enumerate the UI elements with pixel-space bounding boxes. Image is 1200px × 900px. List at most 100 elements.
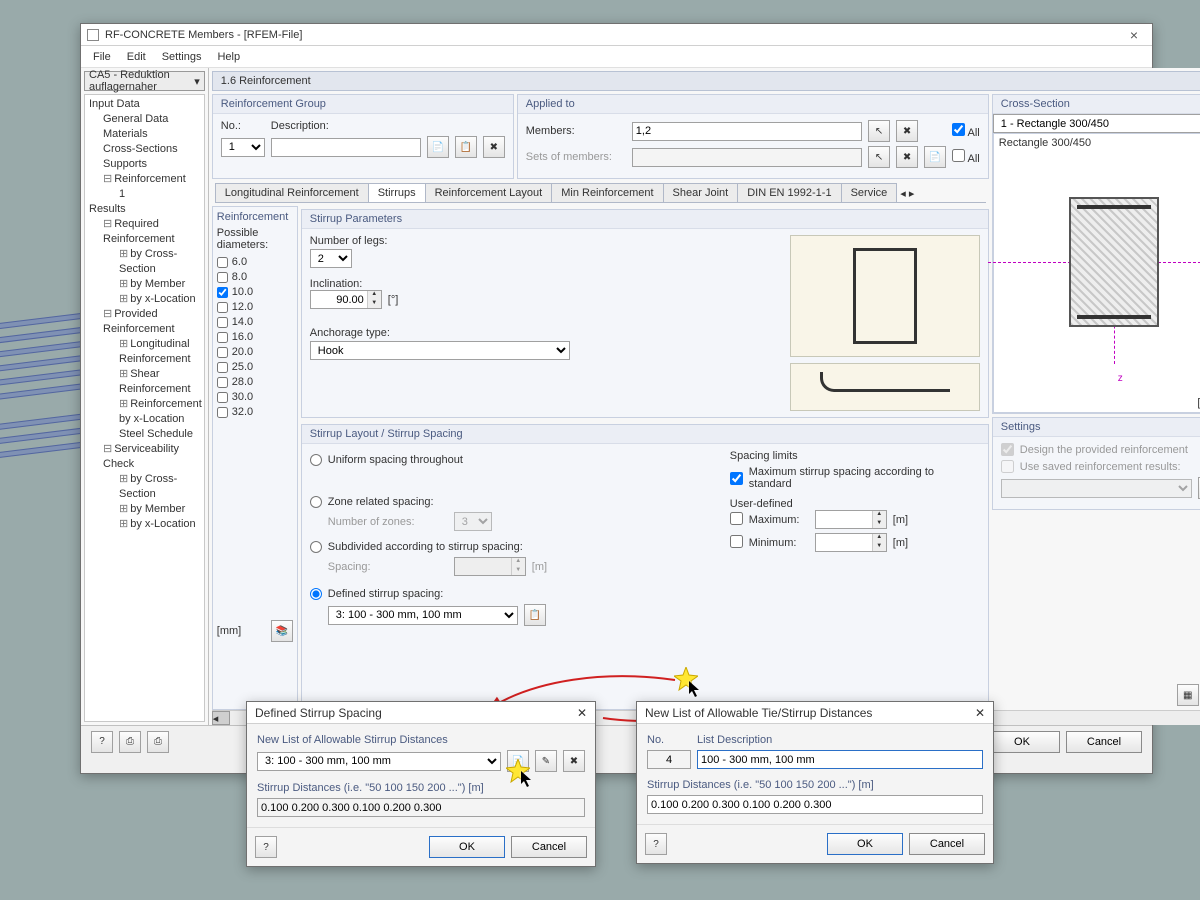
tree-required-reinf[interactable]: ⊟Required Reinforcement xyxy=(87,217,202,247)
new-set-icon[interactable]: 📄 xyxy=(924,146,946,168)
dlg1-cancel-button[interactable]: Cancel xyxy=(511,836,587,858)
close-icon[interactable]: × xyxy=(1122,27,1146,43)
loadcase-combo[interactable]: CA5 - Reduktion auflagernaher▾ xyxy=(84,71,205,91)
diameter-check-6.0[interactable]: 6.0 xyxy=(217,255,293,270)
dlg2-desc-input[interactable] xyxy=(697,750,983,769)
dlg2-help-icon[interactable]: ? xyxy=(645,833,667,855)
legs-select[interactable]: 2 xyxy=(310,249,352,268)
all-sets-check[interactable]: All xyxy=(952,149,980,165)
max-spinner[interactable]: ▲▼ xyxy=(815,510,887,529)
menu-settings[interactable]: Settings xyxy=(154,49,210,65)
dlg1-delete-icon[interactable]: ✖ xyxy=(563,750,585,772)
help-icon[interactable]: ? xyxy=(91,731,113,753)
dlg2-close-icon[interactable]: ✕ xyxy=(975,706,985,720)
dlg2-cancel-button[interactable]: Cancel xyxy=(909,833,985,855)
tree-srv-by-cs[interactable]: ⊞by Cross-Section xyxy=(87,472,202,502)
library-icon[interactable]: 📚 xyxy=(271,620,293,642)
check-max-std[interactable]: Maximum stirrup spacing according to sta… xyxy=(730,466,980,490)
new-icon[interactable]: 📄 xyxy=(427,136,449,158)
min-spinner[interactable]: ▲▼ xyxy=(815,533,887,552)
clear-set-icon[interactable]: ✖ xyxy=(896,146,918,168)
tree-results[interactable]: Results xyxy=(87,202,202,217)
tree-by-cs[interactable]: ⊞by Cross-Section xyxy=(87,247,202,277)
menu-edit[interactable]: Edit xyxy=(119,49,154,65)
anchorage-select[interactable]: Hook xyxy=(310,341,570,360)
tree-materials[interactable]: Materials xyxy=(87,127,202,142)
pick-set-icon[interactable]: ↖ xyxy=(868,146,890,168)
tab-shear-joint[interactable]: Shear Joint xyxy=(663,183,739,202)
tree-supports[interactable]: Supports xyxy=(87,157,202,172)
saved-results-select xyxy=(1001,479,1192,498)
dlg2-ok-button[interactable]: OK xyxy=(827,833,903,855)
diameter-check-16.0[interactable]: 16.0 xyxy=(217,330,293,345)
description-input[interactable] xyxy=(271,138,421,157)
tree-long-reinf[interactable]: ⊞Longitudinal Reinforcement xyxy=(87,337,202,367)
diameter-check-25.0[interactable]: 25.0 xyxy=(217,360,293,375)
tab-din[interactable]: DIN EN 1992-1-1 xyxy=(737,183,841,202)
tree-srv-by-xloc[interactable]: ⊞by x-Location xyxy=(87,517,202,532)
tree-srv-by-member[interactable]: ⊞by Member xyxy=(87,502,202,517)
dlg1-list-select[interactable]: 3: 100 - 300 mm, 100 mm xyxy=(257,752,501,771)
check-min-user[interactable] xyxy=(730,535,743,551)
diameter-check-10.0[interactable]: 10.0 xyxy=(217,285,293,300)
scroll-left-icon[interactable]: ◂ xyxy=(212,711,230,725)
tab-service[interactable]: Service xyxy=(841,183,898,202)
tree-general-data[interactable]: General Data xyxy=(87,112,202,127)
dlg1-title: Defined Stirrup Spacing xyxy=(255,706,382,720)
tree-serviceability[interactable]: ⊟Serviceability Check xyxy=(87,442,202,472)
all-members-check[interactable]: All xyxy=(952,123,980,139)
radio-zone[interactable]: Zone related spacing: xyxy=(310,496,710,508)
tree-by-member[interactable]: ⊞by Member xyxy=(87,277,202,292)
tab-reinf-layout[interactable]: Reinforcement Layout xyxy=(425,183,553,202)
dlg2-distances-input[interactable] xyxy=(647,795,983,814)
export-icon[interactable]: ⎙ xyxy=(119,731,141,753)
tree-reinforcement[interactable]: ⊟Reinforcement xyxy=(87,172,202,187)
diameter-check-28.0[interactable]: 28.0 xyxy=(217,375,293,390)
diameter-check-20.0[interactable]: 20.0 xyxy=(217,345,293,360)
dlg1-help-icon[interactable]: ? xyxy=(255,836,277,858)
check-max-user[interactable] xyxy=(730,512,743,528)
menu-file[interactable]: File xyxy=(85,49,119,65)
members-input[interactable] xyxy=(632,122,862,141)
diameter-check-8.0[interactable]: 8.0 xyxy=(217,270,293,285)
tree-by-xloc[interactable]: ⊞by x-Location xyxy=(87,292,202,307)
tree-shear-reinf[interactable]: ⊞Shear Reinforcement xyxy=(87,367,202,397)
defined-spacing-select[interactable]: 3: 100 - 300 mm, 100 mm xyxy=(328,606,518,625)
tree-input-data[interactable]: Input Data xyxy=(87,97,202,112)
tree-cross-sections[interactable]: Cross-Sections xyxy=(87,142,202,157)
diameter-check-14.0[interactable]: 14.0 xyxy=(217,315,293,330)
delete-icon[interactable]: ✖ xyxy=(483,136,505,158)
diameter-check-12.0[interactable]: 12.0 xyxy=(217,300,293,315)
tab-stirrups[interactable]: Stirrups xyxy=(368,183,426,202)
copy-icon[interactable]: 📋 xyxy=(455,136,477,158)
cursor-icon xyxy=(520,770,534,788)
tree-steel-schedule[interactable]: Steel Schedule xyxy=(87,427,202,442)
pick-member-icon[interactable]: ↖ xyxy=(868,120,890,142)
tree-provided-reinf[interactable]: ⊟Provided Reinforcement xyxy=(87,307,202,337)
tree-reinforcement-1[interactable]: 1 xyxy=(87,187,202,202)
tab-min-reinf[interactable]: Min Reinforcement xyxy=(551,183,663,202)
radio-defined[interactable]: Defined stirrup spacing: xyxy=(310,588,710,600)
radio-subdiv[interactable]: Subdivided according to stirrup spacing: xyxy=(310,541,710,553)
clear-member-icon[interactable]: ✖ xyxy=(896,120,918,142)
tree-reinf-xloc[interactable]: ⊞Reinforcement by x-Location xyxy=(87,397,202,427)
nav-tree[interactable]: Input Data General Data Materials Cross-… xyxy=(84,94,205,722)
no-select[interactable]: 1 xyxy=(221,138,265,157)
dlg1-close-icon[interactable]: ✕ xyxy=(577,706,587,720)
dlg1-edit-icon[interactable]: ✎ xyxy=(535,750,557,772)
tab-long-reinf[interactable]: Longitudinal Reinforcement xyxy=(215,183,369,202)
menu-help[interactable]: Help xyxy=(209,49,248,65)
diameter-check-32.0[interactable]: 32.0 xyxy=(217,405,293,420)
cross-section-select[interactable]: 1 - Rectangle 300/450 xyxy=(993,114,1200,133)
ok-button[interactable]: OK xyxy=(984,731,1060,753)
edit-spacing-icon[interactable]: 📋 xyxy=(524,604,546,626)
detail-a-icon[interactable]: ▦ xyxy=(1177,684,1199,706)
body: CA5 - Reduktion auflagernaher▾ Input Dat… xyxy=(81,68,1152,725)
cancel-button[interactable]: Cancel xyxy=(1066,731,1142,753)
dlg1-ok-button[interactable]: OK xyxy=(429,836,505,858)
diameter-check-30.0[interactable]: 30.0 xyxy=(217,390,293,405)
tabs-scroll-icon[interactable]: ◂ ▸ xyxy=(896,185,918,202)
export2-icon[interactable]: ⎙ xyxy=(147,731,169,753)
radio-uniform[interactable]: Uniform spacing throughout xyxy=(310,454,710,466)
inclination-spinner[interactable]: ▲▼ xyxy=(310,290,382,309)
